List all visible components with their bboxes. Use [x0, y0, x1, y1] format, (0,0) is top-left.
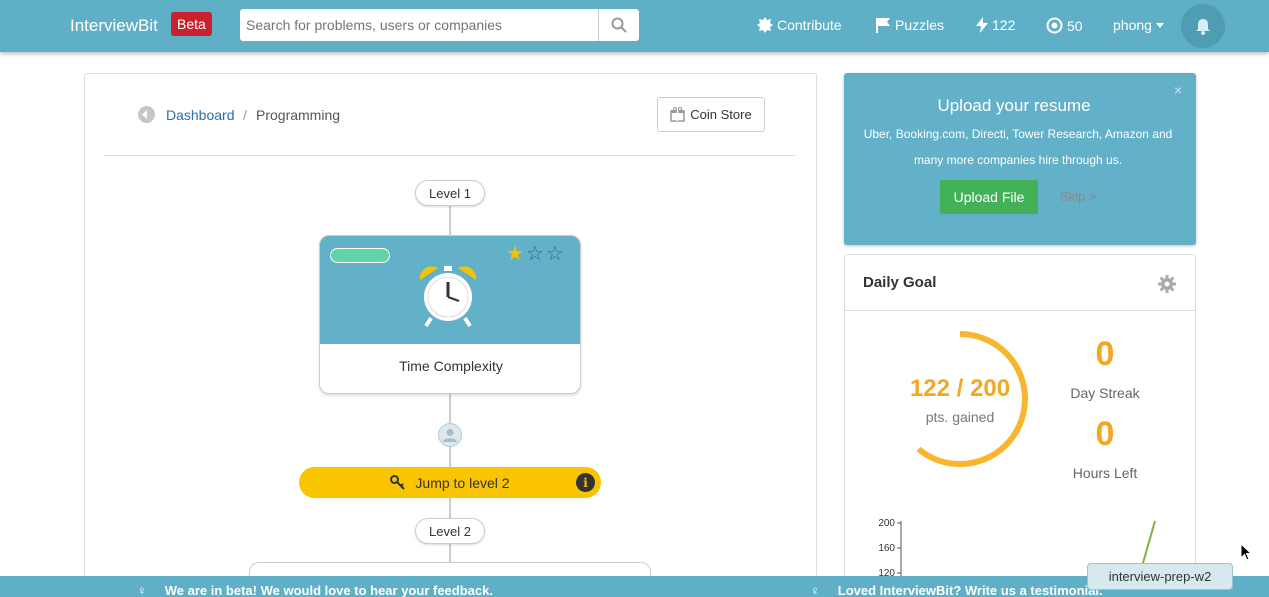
points-count: 122: [992, 17, 1016, 33]
alarm-clock-icon: [419, 266, 477, 328]
y-tick-label: 200: [878, 518, 895, 529]
gift-icon: [670, 107, 686, 122]
coin-icon: [1046, 17, 1063, 34]
tooltip: interview-prep-w2: [1087, 563, 1233, 590]
back-button[interactable]: [138, 106, 155, 123]
nav-coins[interactable]: 50: [1046, 17, 1083, 34]
jump-to-level-button[interactable]: Jump to level 2 i: [299, 467, 601, 498]
arrow-left-icon: [142, 110, 147, 119]
daily-goal-title: Daily Goal: [863, 274, 937, 291]
nav-puzzles[interactable]: Puzzles: [875, 17, 944, 33]
breadcrumb-separator: /: [243, 107, 247, 123]
feedback-text: We are in beta! We would love to hear yo…: [164, 583, 493, 597]
gear-icon[interactable]: [1158, 275, 1176, 293]
star-empty-icon: ☆: [545, 243, 564, 265]
flag-icon: [876, 18, 890, 33]
connector-line: [449, 498, 451, 518]
search-icon: [611, 17, 627, 33]
mouse-cursor-icon: [1240, 543, 1252, 561]
topic-stars: ★ ☆ ☆: [506, 244, 564, 264]
testimonial-link[interactable]: ♀ Loved InterviewBit? Write us a testimo…: [810, 583, 1103, 597]
skip-link[interactable]: Skip >: [1060, 189, 1097, 204]
connector-line: [449, 544, 451, 562]
upload-file-button[interactable]: Upload File: [940, 180, 1038, 214]
testimonial-text: Loved InterviewBit? Write us a testimoni…: [837, 583, 1103, 597]
feedback-link[interactable]: ♀ We are in beta! We would love to hear …: [137, 583, 493, 597]
lightbulb-icon: ♀: [810, 583, 820, 597]
badge-icon: [757, 17, 773, 33]
key-icon: [390, 475, 406, 490]
y-tick-label: 160: [878, 543, 895, 554]
resume-upload-panel: × Upload your resume Uber, Booking.com, …: [844, 73, 1196, 245]
feedback-footer: ♀ We are in beta! We would love to hear …: [0, 576, 1269, 597]
coin-store-button[interactable]: Coin Store: [657, 97, 765, 132]
beta-badge: Beta: [171, 12, 212, 36]
resume-title: Upload your resume: [937, 96, 1091, 115]
topic-card[interactable]: ★ ☆ ☆ Time Complexity: [319, 235, 581, 394]
header-divider: [104, 155, 796, 156]
topic-name: Time Complexity: [399, 358, 503, 374]
day-streak-label: Day Streak: [1070, 385, 1140, 401]
level-1-label: Level 1: [415, 180, 485, 206]
daily-goal-divider: [845, 310, 1195, 311]
username: phong: [1113, 17, 1152, 33]
nav-puzzles-label: Puzzles: [895, 17, 945, 33]
user-icon: [443, 429, 457, 442]
lightbulb-icon: ♀: [137, 583, 147, 597]
breadcrumb-dashboard[interactable]: Dashboard: [166, 107, 235, 123]
level-2-label: Level 2: [415, 518, 485, 544]
hours-left-label: Hours Left: [1072, 465, 1138, 481]
search-input[interactable]: [240, 9, 598, 41]
bell-icon: [1196, 18, 1210, 35]
search-button[interactable]: [598, 9, 639, 41]
lightning-icon: [976, 17, 988, 33]
day-streak-value: 0: [1095, 335, 1115, 373]
star-filled-icon: ★: [506, 243, 524, 265]
connector-line: [449, 205, 451, 235]
top-navbar: InterviewBit Beta Contribute Puzzles 122: [0, 0, 1269, 52]
daily-goal-panel: Daily Goal 122 / 200 pts. gained 0 Day S…: [844, 254, 1196, 597]
connector-line: [449, 394, 451, 423]
nav-contribute-label: Contribute: [777, 17, 842, 33]
coins-count: 50: [1067, 17, 1083, 34]
search-box: [240, 9, 639, 41]
nav-contribute[interactable]: Contribute: [757, 17, 842, 33]
logo[interactable]: InterviewBit: [70, 16, 158, 36]
topic-progress: [330, 248, 390, 263]
topic-banner: ★ ☆ ☆: [320, 236, 580, 344]
connector-line: [449, 447, 451, 467]
star-empty-icon: ☆: [525, 243, 544, 265]
goal-points-label: pts. gained: [925, 409, 995, 425]
user-avatar-node: [438, 423, 462, 447]
nav-points[interactable]: 122: [976, 17, 1015, 33]
goal-points-value: 122 / 200: [909, 375, 1011, 402]
breadcrumb-current: Programming: [256, 107, 341, 123]
caret-down-icon: [1155, 22, 1164, 28]
jump-label: Jump to level 2: [415, 474, 510, 491]
user-menu[interactable]: phong: [1113, 17, 1164, 33]
notifications-button[interactable]: [1181, 4, 1225, 48]
resume-description: Uber, Booking.com, Directi, Tower Resear…: [863, 127, 1173, 167]
hours-left-value: 0: [1095, 415, 1115, 453]
info-icon[interactable]: i: [576, 473, 595, 492]
coin-store-label: Coin Store: [690, 107, 752, 122]
